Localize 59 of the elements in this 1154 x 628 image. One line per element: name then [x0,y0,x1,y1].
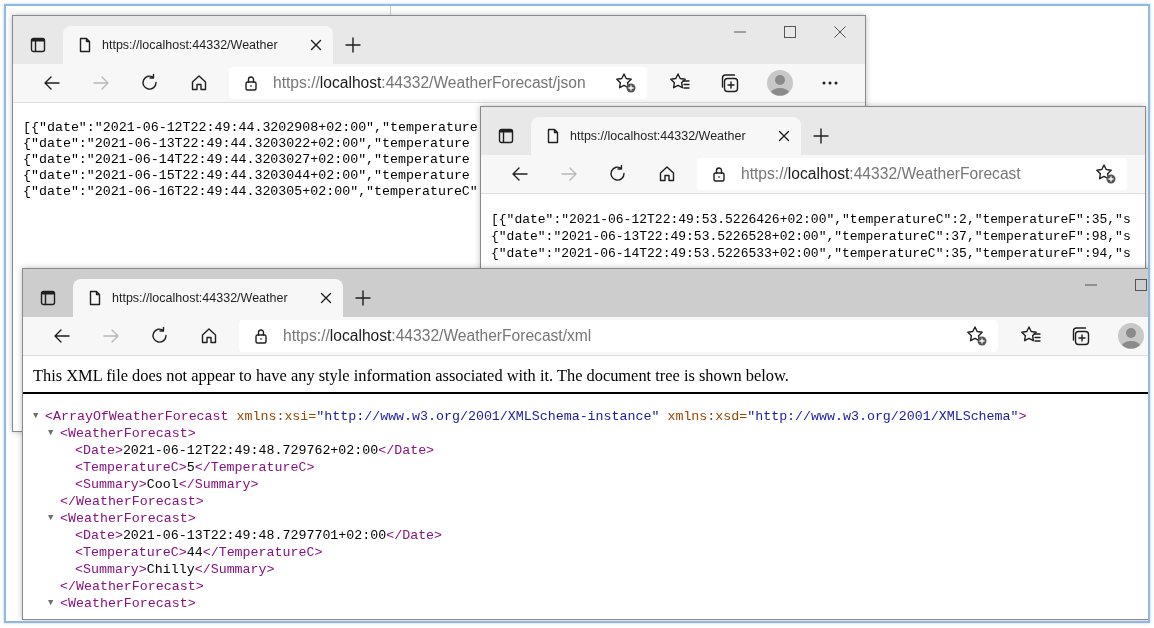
address-field[interactable]: https://localhost:44332/WeatherForecast/json [229,67,647,99]
json-line: [{"date":"2021-06-12T22:49:44.3202908+02:00","temperature [23,120,478,136]
star-add-icon[interactable] [966,325,988,347]
json-line: {"date":"2021-06-13T22:49:44.3203022+02:00","temperature [23,136,470,152]
json-line: {"date":"2021-06-13T22:49:53.5226528+02:00","temperatureC":37,"temperatureF":98,"s [491,228,1131,245]
close-icon[interactable] [319,291,333,305]
refresh-icon[interactable] [139,73,160,93]
refresh-icon[interactable] [607,164,628,184]
xml-line: <TemperatureC>5</TemperatureC> [75,459,315,476]
star-add-icon[interactable] [1095,163,1117,185]
xml-line: <WeatherForecast> [60,595,196,612]
plus-icon[interactable] [812,127,830,145]
address-field[interactable]: https://localhost:44332/WeatherForecast [697,158,1127,190]
maximize-icon[interactable] [1134,278,1148,292]
address-field[interactable]: https://localhost:44332/WeatherForecast/xml [239,320,998,352]
collections-icon[interactable] [1070,325,1092,347]
close-icon[interactable] [777,129,791,143]
browser-tab[interactable]: https://localhost:44332/Weather [531,117,801,155]
refresh-icon[interactable] [149,326,170,346]
xml-notice: This XML file does not appear to have any style information associated with it. The document tree is shown below. [33,366,790,387]
maximize-icon[interactable] [783,25,797,39]
star-add-icon[interactable] [615,72,637,94]
avatar-icon[interactable] [1117,322,1145,350]
xml-line: <Summary>Chilly</Summary> [75,561,275,578]
lock-icon[interactable] [243,75,259,91]
expand-toggle[interactable]: ▼ [48,510,54,527]
page-icon [77,37,93,53]
xml-line: <TemperatureC>44</TemperatureC> [75,544,323,561]
expand-toggle[interactable]: ▼ [33,408,39,425]
xml-line: <WeatherForecast> [60,510,196,527]
panel-icon[interactable] [30,37,46,53]
json-line: {"date":"2021-06-14T22:49:44.3203027+02:00","temperature [23,152,470,168]
collections-icon[interactable] [719,72,741,94]
page-icon [545,128,561,144]
xml-line: <Date>2021-06-12T22:49:48.729762+02:00</Date> [75,442,435,459]
avatar-icon[interactable] [766,69,794,97]
json-line: {"date":"2021-06-15T22:49:44.3203044+02:00","temperature [23,168,470,184]
page-icon [87,290,103,306]
json-line: {"date":"2021-06-14T22:49:53.5226533+02:00","temperatureC":35,"temperatureF":94,"s [491,245,1131,262]
browser-tab[interactable]: https://localhost:44332/Weather [73,279,343,317]
json-line: [{"date":"2021-06-12T22:49:53.5226426+02:00","temperatureC":2,"temperatureF":35,"s [491,211,1131,228]
plus-icon[interactable] [344,36,362,54]
xml-line: </WeatherForecast> [60,578,204,595]
xml-line: </WeatherForecast> [60,493,204,510]
panel-icon[interactable] [40,290,56,306]
browser-tab[interactable]: https://localhost:44332/Weather [63,26,333,64]
lock-icon[interactable] [711,166,727,182]
xml-line: <Summary>Cool</Summary> [75,476,259,493]
expand-toggle[interactable]: ▼ [48,595,54,612]
xml-line: <ArrayOfWeatherForecast xmlns:xsi="http://www.w3.org/2001/XMLSchema-instance" xmlns:xsd="http://www.w3.org/2001/XMLSchema"> [45,408,1027,425]
panel-icon[interactable] [498,128,514,144]
xml-line: <Date>2021-06-13T22:49:48.7297701+02:00</Date> [75,527,443,544]
close-icon[interactable] [833,25,847,39]
plus-icon[interactable] [354,289,372,307]
json-line: {"date":"2021-06-16T22:49:44.320305+02:00","temperatureC" [23,184,478,200]
expand-toggle[interactable]: ▼ [48,425,54,442]
xml-line: <WeatherForecast> [60,425,196,442]
close-icon[interactable] [309,38,323,52]
lock-icon[interactable] [253,328,269,344]
